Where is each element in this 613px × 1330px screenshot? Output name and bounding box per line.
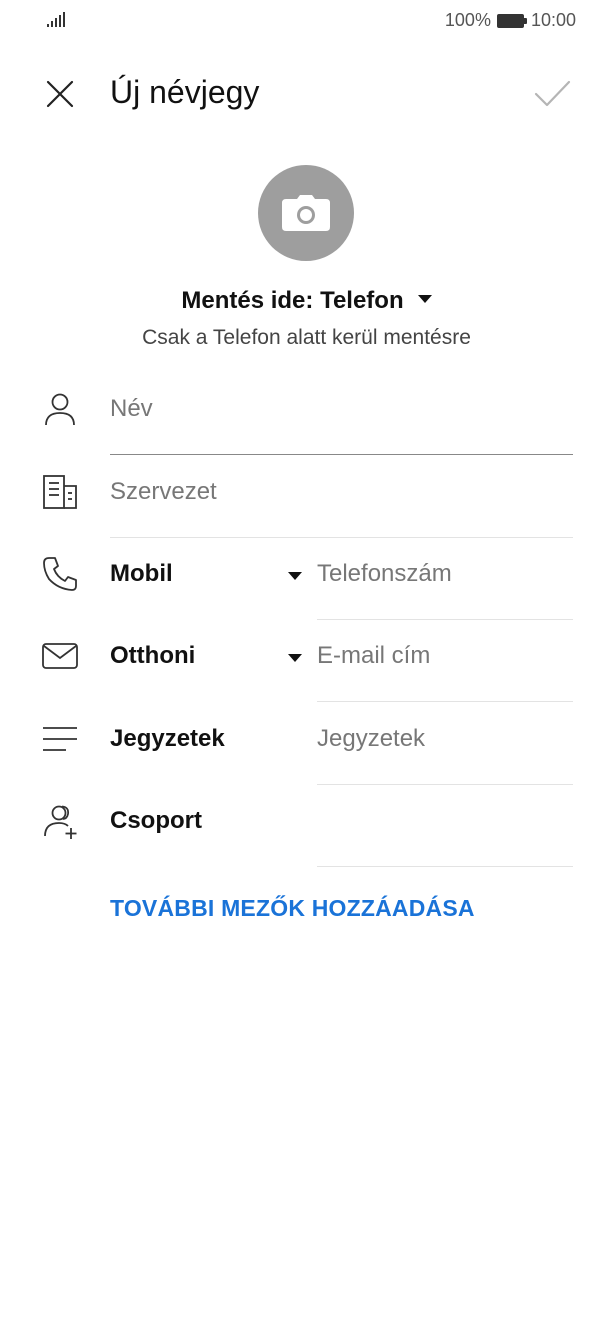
group-label: Csoport [110,807,202,834]
app-header: Új névjegy [0,60,613,124]
person-icon [45,393,75,426]
email-placeholder: E-mail cím [317,642,431,669]
notes-icon [43,727,77,751]
save-location-dropdown[interactable]: Mentés ide: Telefon [0,287,613,315]
email-type-chevron-icon[interactable] [288,654,302,662]
add-more-fields-button[interactable]: TOVÁBBI MEZŐK HOZZÁADÁSA [110,895,475,922]
group-underline [317,866,573,867]
phone-type-chevron-icon[interactable] [288,572,302,580]
notes-placeholder: Jegyzetek [317,725,426,752]
phone-placeholder: Telefonszám [317,560,452,587]
organization-row: Szervezet [0,456,613,538]
building-icon [43,475,77,509]
name-field[interactable]: Név [110,373,573,455]
phone-field[interactable]: Telefonszám [317,538,573,620]
name-underline [110,453,573,455]
email-field[interactable]: E-mail cím [317,620,573,702]
status-bar: 100% 10:00 [0,0,613,44]
organization-field[interactable]: Szervezet [110,456,573,538]
close-icon[interactable] [40,74,80,114]
phone-row: Mobil Telefonszám [0,538,613,620]
phone-type-label[interactable]: Mobil [110,560,173,588]
phone-icon [43,557,77,591]
group-add-icon [44,805,77,839]
page-title: Új névjegy [110,74,260,110]
mail-icon [42,643,78,669]
camera-icon [282,195,330,231]
signal-icon [47,12,65,27]
name-placeholder: Név [110,395,153,422]
email-underline [317,701,573,702]
notes-row: Jegyzetek Jegyzetek [0,703,613,785]
chevron-down-icon [417,294,432,303]
email-type-label[interactable]: Otthoni [110,642,195,670]
notes-field[interactable]: Jegyzetek [317,703,573,785]
notes-label: Jegyzetek [110,725,225,752]
group-row[interactable]: Csoport [0,785,613,867]
email-row: Otthoni E-mail cím [0,620,613,702]
organization-placeholder: Szervezet [110,478,217,505]
contact-photo-button[interactable] [258,165,354,261]
group-field[interactable] [317,785,573,867]
save-location-label: Mentés ide: Telefon [181,287,404,314]
battery-percent: 100% [444,10,491,30]
save-location-hint: Csak a Telefon alatt kerül mentésre [142,326,471,349]
name-row: Név [0,373,613,455]
clock: 10:00 [530,10,576,30]
check-icon[interactable] [531,72,573,114]
battery-icon [496,13,527,28]
